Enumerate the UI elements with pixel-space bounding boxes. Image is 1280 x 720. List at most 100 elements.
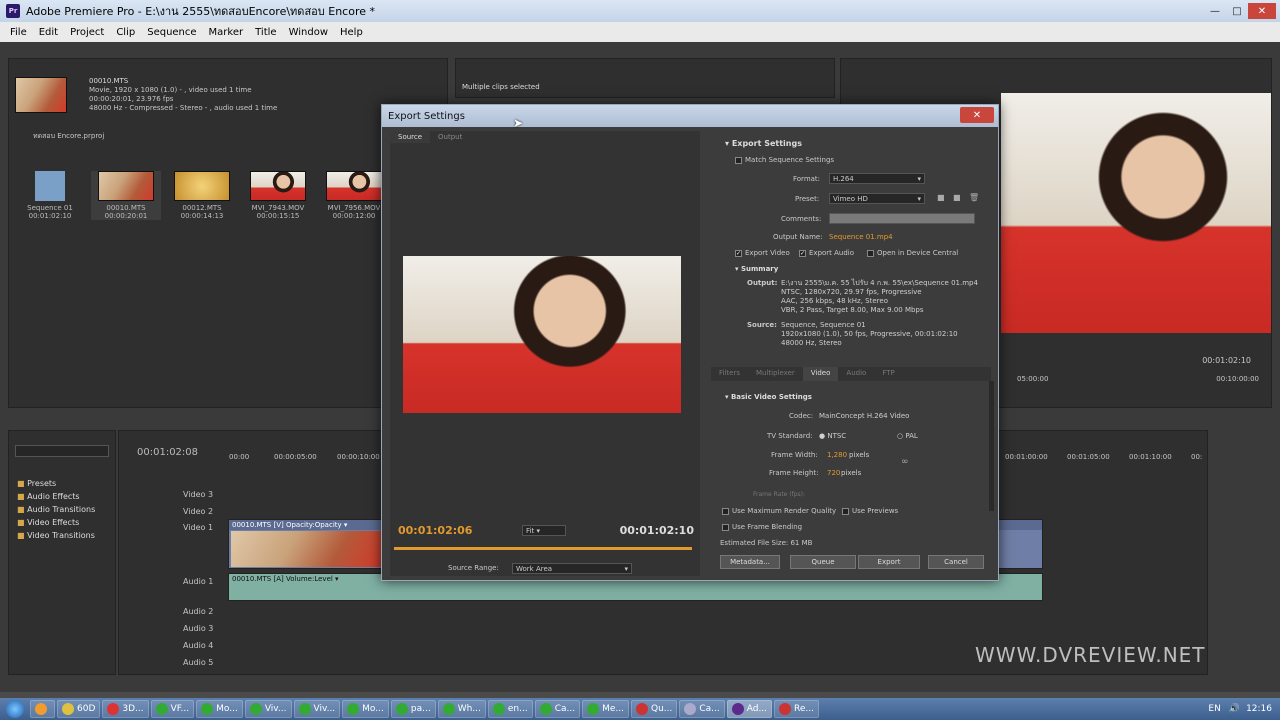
use-frame-blending-checkbox[interactable]: Use Frame Blending [722,523,802,531]
taskbar-item[interactable]: Mo... [342,700,389,718]
subtab-ftp[interactable]: FTP [874,367,902,381]
preset-select[interactable]: Vimeo HD ▾ [829,193,925,204]
queue-button[interactable]: Queue [790,555,856,569]
taskbar-item-active[interactable]: Ad... [726,700,773,718]
frame-height-value[interactable]: 720 [827,469,840,477]
taskbar-item[interactable]: Qu... [630,700,678,718]
summary-source-line: 1920x1080 (1.0), 50 fps, Progressive, 00… [781,330,958,338]
taskbar-item[interactable]: Mo... [196,700,243,718]
minimize-button[interactable]: — [1204,3,1226,19]
menu-file[interactable]: File [4,27,33,38]
settings-scrollbar[interactable] [989,381,994,511]
track-audio-2[interactable]: Audio 2 [143,604,213,618]
use-max-render-checkbox[interactable]: Use Maximum Render Quality [722,507,836,515]
menu-project[interactable]: Project [64,27,110,38]
taskbar-item[interactable]: Me... [582,700,629,718]
format-select[interactable]: H.264 ▾ [829,173,925,184]
export-button[interactable]: Export [858,555,920,569]
preview-current-timecode[interactable]: 00:01:02:06 [398,524,472,537]
ntsc-radio[interactable]: ● NTSC [819,432,846,440]
taskbar-item[interactable]: Viv... [293,700,341,718]
language-indicator[interactable]: EN [1208,704,1220,714]
track-video-3[interactable]: Video 3 [143,487,213,501]
source-status: Multiple clips selected [462,83,540,91]
effects-folder-video-transitions[interactable]: ■ Video Transitions [9,529,115,542]
effects-search-input[interactable] [15,445,109,457]
basic-video-header[interactable]: ▾ Basic Video Settings [725,393,812,401]
delete-preset-icon[interactable]: 🗑 [969,193,979,202]
export-settings-dialog: Export Settings ✕ Source Output 00:01:02… [381,104,999,581]
work-area-bar[interactable] [394,547,692,550]
dialog-settings-pane: ▾ Export Settings Match Sequence Setting… [707,131,995,551]
menu-edit[interactable]: Edit [33,27,64,38]
subtab-video[interactable]: Video [802,367,839,381]
export-audio-checkbox[interactable]: ✓ Export Audio [799,249,854,257]
chrome-icon [587,703,600,715]
project-item[interactable]: Sequence 01 00:01:02:10 [15,171,85,220]
open-device-central-checkbox[interactable]: Open in Device Central [867,249,958,257]
timeline-ruler-tick: 00:00:10:00 [337,453,380,461]
menu-help[interactable]: Help [334,27,369,38]
dialog-close-button[interactable]: ✕ [960,107,994,123]
zoom-fit-select[interactable]: Fit ▾ [522,525,566,536]
frame-width-value[interactable]: 1,280 [827,451,847,459]
taskbar-item[interactable]: Ca... [534,700,581,718]
menu-window[interactable]: Window [283,27,334,38]
close-button[interactable]: ✕ [1248,3,1276,19]
maximize-button[interactable]: □ [1226,3,1248,19]
export-video-checkbox[interactable]: ✓ Export Video [735,249,790,257]
effects-folder-audio-effects[interactable]: ■ Audio Effects [9,490,115,503]
import-preset-icon[interactable]: ■ [953,193,961,202]
menu-title[interactable]: Title [249,27,282,38]
app-icon [35,703,47,715]
menu-sequence[interactable]: Sequence [141,27,202,38]
app-icon [635,703,648,715]
pal-radio[interactable]: ○ PAL [897,432,918,440]
match-sequence-checkbox[interactable]: Match Sequence Settings [735,156,834,164]
effects-folder-audio-transitions[interactable]: ■ Audio Transitions [9,503,115,516]
subtab-multiplexer[interactable]: Multiplexer [748,367,803,381]
volume-icon[interactable]: 🔊 [1229,704,1240,714]
track-audio-3[interactable]: Audio 3 [143,621,213,635]
save-preset-icon[interactable]: ■ [937,193,945,202]
taskbar-item[interactable]: en... [487,700,533,718]
use-previews-checkbox[interactable]: Use Previews [842,507,898,515]
tab-source[interactable]: Source [390,131,431,143]
taskbar-item[interactable]: VF... [150,700,195,718]
metadata-button[interactable]: Metadata... [720,555,780,569]
project-item[interactable]: MVI_7943.MOV 00:00:15:15 [243,171,313,220]
track-video-2[interactable]: Video 2 [143,504,213,518]
taskbar-quicklaunch[interactable] [30,700,55,718]
clock[interactable]: 12:16 [1246,704,1272,714]
effects-folder-video-effects[interactable]: ■ Video Effects [9,516,115,529]
taskbar-item[interactable]: Viv... [244,700,292,718]
taskbar-item[interactable]: Re... [774,700,820,718]
project-item[interactable]: 00012.MTS 00:00:14:13 [167,171,237,220]
cancel-button[interactable]: Cancel [928,555,984,569]
output-name-link[interactable]: Sequence 01.mp4 [829,233,893,241]
subtab-filters[interactable]: Filters [711,367,748,381]
track-video-1[interactable]: Video 1 [143,520,213,534]
menu-marker[interactable]: Marker [203,27,250,38]
comments-input[interactable] [829,213,975,224]
taskbar-item[interactable]: 3D... [102,700,149,718]
source-range-select[interactable]: Work Area ▾ [512,563,632,574]
taskbar-item[interactable]: 60D [57,700,101,718]
folder-icon [62,703,74,715]
taskbar-item[interactable]: Ca... [679,700,725,718]
start-button[interactable] [0,698,30,720]
chain-link-icon[interactable]: ∞ [901,457,909,467]
subtab-audio[interactable]: Audio [838,367,874,381]
track-audio-5[interactable]: Audio 5 [143,655,213,669]
tab-output[interactable]: Output [430,131,470,143]
clip-info-line: 48000 Hz - Compressed - Stereo - , audio… [89,104,278,112]
track-audio-4[interactable]: Audio 4 [143,638,213,652]
taskbar-item[interactable]: pa... [390,700,436,718]
project-item[interactable]: MVI_7956.MOV 00:00:12:00 [319,171,389,220]
taskbar-item[interactable]: Wh... [437,700,486,718]
summary-header[interactable]: ▾ Summary [735,265,778,273]
track-audio-1[interactable]: Audio 1 [143,574,213,588]
project-item[interactable]: 00010.MTS 00:00:20:01 [91,171,161,220]
menu-clip[interactable]: Clip [110,27,141,38]
effects-folder-presets[interactable]: ■ Presets [9,477,115,490]
